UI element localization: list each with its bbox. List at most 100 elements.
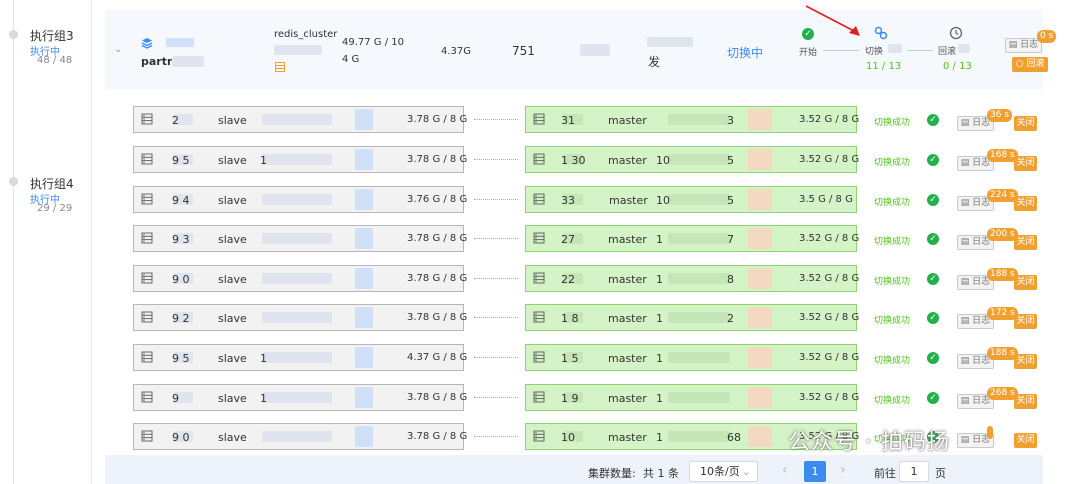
link-line (474, 278, 518, 279)
link-line (474, 119, 518, 120)
master-ip-tail: 7 (727, 233, 734, 246)
master-role: master (608, 431, 647, 444)
close-button[interactable]: 关闭 (1014, 196, 1037, 211)
redacted-block (958, 44, 970, 53)
master-memory: 3.52 G / 8 G (799, 312, 860, 323)
master-ip: 10 (656, 154, 670, 167)
check-icon: ✓ (927, 273, 939, 285)
switch-state: 切换成功 (874, 198, 911, 208)
slave-memory: 3.78 G / 8 G (407, 154, 468, 165)
slave-id: 9 (172, 392, 179, 405)
master-ip: 1 (656, 352, 663, 365)
redacted-block (668, 431, 730, 442)
master-memory: 3.5 G / 8 G (799, 194, 853, 205)
master-id: 10 (561, 431, 575, 444)
step-switch-label: 切换 (865, 47, 884, 57)
total-count: 共 1 条 (643, 467, 679, 480)
link-line (474, 238, 518, 239)
elapsed-badge: 0 s (1037, 30, 1057, 43)
cluster-header (105, 10, 1043, 90)
link-line (474, 199, 518, 200)
master-id: 31 (561, 114, 575, 127)
prev-page-button[interactable]: ‹ (782, 462, 788, 478)
switch-state: 切换成功 (874, 316, 911, 326)
timeline-dot (9, 177, 18, 186)
watermark-text: 公众号 · 拍码扬 (788, 430, 950, 455)
master-role: master (608, 312, 647, 325)
log-icon: ▤ (960, 198, 973, 208)
rollback-button[interactable]: ○ 回滚 (1012, 57, 1048, 72)
master-ip: 1 (656, 273, 663, 286)
goto-page-input[interactable]: 1 (899, 461, 929, 482)
step-start-label: 开始 (799, 48, 818, 58)
check-icon: ✓ (927, 194, 939, 206)
redacted-block (355, 307, 373, 328)
redacted-block (355, 347, 373, 368)
close-button[interactable]: 关闭 (1014, 354, 1037, 369)
status-char: 发 (648, 55, 661, 69)
log-icon: ▤ (960, 237, 973, 247)
server-icon (533, 113, 545, 125)
close-button[interactable]: 关闭 (1014, 275, 1037, 290)
slave-memory: 3.78 G / 8 G (407, 392, 468, 403)
annotation-arrow-icon (805, 5, 860, 36)
switch-state: 切换成功 (874, 237, 911, 247)
link-icon (874, 26, 888, 40)
check-icon: ✓ (927, 352, 939, 364)
elapsed-badge (987, 426, 993, 439)
master-ip: 1 (656, 392, 663, 405)
slave-role: slave (218, 312, 247, 325)
master-ip-tail: 5 (727, 194, 734, 207)
redacted-block (888, 44, 902, 53)
page-size-select[interactable]: 10条/页 ⌄ (689, 461, 758, 482)
log-icon: ▤ (960, 396, 973, 406)
close-button[interactable]: 关闭 (1014, 314, 1037, 329)
redacted-block (748, 387, 772, 408)
server-icon (533, 430, 545, 442)
next-page-button[interactable]: › (840, 462, 846, 478)
master-memory: 3.52 G / 8 G (799, 154, 860, 165)
expand-chevron-icon[interactable]: ⌄ (114, 44, 122, 55)
server-icon (533, 272, 545, 284)
header-log-button[interactable]: ▤ 日志 (1005, 38, 1042, 53)
page-1-button[interactable]: 1 (804, 461, 826, 482)
master-role: master (608, 154, 647, 167)
check-icon: ✓ (927, 312, 939, 324)
master-id: 1 5 (561, 352, 579, 365)
redacted-block (668, 233, 730, 244)
link-line (474, 397, 518, 398)
page-unit-label: 页 (935, 467, 946, 480)
master-id: 22 (561, 273, 575, 286)
redacted-block (748, 426, 772, 447)
step-connector (907, 50, 933, 51)
group-name[interactable]: 执行组4 (30, 175, 74, 192)
memory-line1: 49.77 G / 10 (342, 37, 405, 48)
redacted-block (748, 109, 772, 130)
slave-memory: 4.37 G / 8 G (407, 352, 468, 363)
redacted-block (580, 44, 610, 56)
cluster-name[interactable]: partn (141, 55, 175, 68)
link-line (474, 357, 518, 358)
close-button[interactable]: 关闭 (1014, 394, 1037, 409)
master-ip: 10 (656, 194, 670, 207)
slave-memory: 3.78 G / 8 G (407, 273, 468, 284)
group-count: 48 / 48 (37, 55, 73, 66)
timeline-line (13, 0, 14, 484)
master-role: master (608, 114, 647, 127)
server-icon (141, 391, 153, 403)
group-name[interactable]: 执行组3 (30, 27, 74, 44)
server-icon (141, 113, 153, 125)
master-id: 1 8 (561, 312, 579, 325)
server-icon (141, 430, 153, 442)
redacted-block (355, 189, 373, 210)
close-button[interactable]: 关闭 (1014, 156, 1037, 171)
close-button[interactable]: 关闭 (1014, 433, 1037, 448)
master-role: master (608, 233, 647, 246)
close-button[interactable]: 关闭 (1014, 116, 1037, 131)
rollback-icon: ○ (1015, 59, 1027, 69)
redacted-block (748, 307, 772, 328)
slave-role: slave (218, 273, 247, 286)
redacted-block (262, 194, 332, 205)
close-button[interactable]: 关闭 (1014, 235, 1037, 250)
redacted-block (166, 38, 194, 47)
